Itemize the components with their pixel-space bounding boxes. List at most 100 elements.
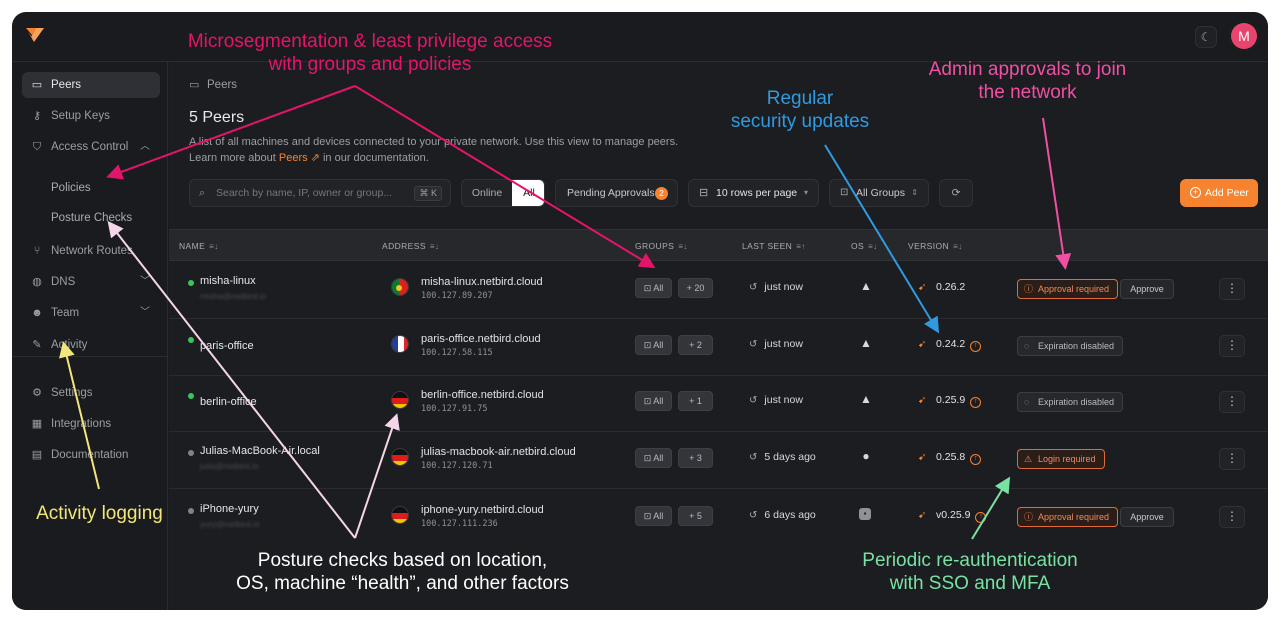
folder-icon: ⊡ — [643, 283, 654, 293]
group-badge-all[interactable]: ⊡ All — [635, 278, 672, 298]
gear-icon: ⚙ — [32, 387, 42, 399]
filter-online-button[interactable]: Online — [462, 180, 512, 206]
annotation-reauthentication: Periodic re-authentication with SSO and … — [830, 549, 1110, 595]
chevron-up-icon: ︿ — [140, 141, 150, 152]
sidebar-item-setup-keys[interactable]: ⚷ Setup Keys — [22, 103, 160, 129]
sidebar-item-label: Network Routes — [51, 245, 133, 257]
update-available-icon[interactable]: ↑ — [970, 454, 982, 465]
netbird-logo-icon: ➹ — [918, 395, 927, 406]
peers-docs-link[interactable]: Peers — [279, 152, 308, 164]
group-badge-all[interactable]: ⊡ All — [635, 335, 672, 355]
refresh-icon: ⟳ — [951, 187, 961, 199]
column-header-name[interactable]: NAME ≡↓ — [179, 230, 219, 263]
external-link-icon: ⇗ — [307, 152, 320, 164]
search-icon: ⌕ — [199, 187, 206, 199]
sidebar-item-documentation[interactable]: ▤ Documentation — [22, 442, 160, 468]
column-header-version[interactable]: VERSION ≡↓ — [908, 230, 963, 263]
annotation-line: with groups and policies — [268, 54, 472, 75]
column-header-label: VERSION — [908, 241, 950, 251]
update-available-icon[interactable]: ↑ — [970, 397, 982, 408]
table-row[interactable]: misha-linux misha@netbird.io misha-linux… — [169, 262, 1268, 319]
approve-button[interactable]: Approve — [1120, 507, 1174, 527]
peer-ip[interactable]: 100.127.91.75 — [421, 404, 488, 414]
column-header-label: GROUPS — [635, 241, 675, 251]
peer-ip[interactable]: 100.127.111.236 — [421, 519, 498, 529]
sidebar-item-posture-checks[interactable]: Posture Checks — [51, 209, 132, 227]
table-row[interactable]: Julias-MacBook-Air.local julia@netbird.i… — [169, 432, 1268, 489]
peer-name[interactable]: berlin-office — [200, 396, 257, 408]
folder-icon: ⊡ — [643, 340, 654, 350]
sidebar-item-label: DNS — [51, 276, 76, 288]
group-badge-more[interactable]: + 5 — [678, 506, 713, 526]
folder-icon: ⊡ — [643, 511, 654, 521]
column-header-last-seen[interactable]: LAST SEEN ≡↑ — [742, 230, 806, 263]
avatar[interactable]: M — [1231, 23, 1257, 49]
peer-dns[interactable]: berlin-office.netbird.cloud — [421, 389, 544, 401]
monitor-icon: ▭ — [31, 79, 43, 91]
group-badge-more[interactable]: + 2 — [678, 335, 713, 355]
row-actions-button[interactable]: ⋮ — [1219, 335, 1245, 357]
last-seen-label: 6 days ago — [764, 509, 816, 521]
online-status-dot — [188, 337, 194, 343]
sidebar-item-label: Peers — [51, 79, 82, 91]
rows-per-page-select[interactable]: ⊟ 10 rows per page ▾ — [688, 179, 819, 207]
peer-dns[interactable]: paris-office.netbird.cloud — [421, 333, 541, 345]
main-content: ▭ Peers 5 Peers A list of all machines an… — [169, 62, 1268, 610]
group-badge-more[interactable]: + 1 — [678, 391, 713, 411]
filter-all-button[interactable]: All — [512, 180, 544, 206]
sidebar-item-activity[interactable]: ✎ Activity — [22, 332, 160, 358]
column-header-address[interactable]: ADDRESS ≡↓ — [382, 230, 439, 263]
page-description: A list of all machines and devices conne… — [189, 134, 789, 166]
sidebar-item-access-control[interactable]: ⛉ Access Control ︿ — [22, 134, 160, 160]
update-available-icon[interactable]: ↑ — [975, 512, 987, 523]
folder-icon: ⊡ — [840, 187, 849, 198]
peer-ip[interactable]: 100.127.58.115 — [421, 348, 493, 358]
last-seen: ↺ just now — [749, 281, 803, 293]
table-row[interactable]: berlin-office berlin-office.netbird.clou… — [169, 375, 1268, 432]
sort-icon: ≡↓ — [209, 242, 219, 251]
approve-button[interactable]: Approve — [1120, 279, 1174, 299]
peer-ip[interactable]: 100.127.89.207 — [421, 291, 493, 301]
update-available-icon[interactable]: ↑ — [970, 341, 982, 352]
row-actions-button[interactable]: ⋮ — [1219, 448, 1245, 470]
row-actions-button[interactable]: ⋮ — [1219, 506, 1245, 528]
annotation-line: OS, machine “health”, and other factors — [236, 573, 569, 594]
peer-name[interactable]: iPhone-yury — [200, 503, 259, 515]
sidebar-item-policies[interactable]: Policies — [51, 179, 91, 197]
page-title: 5 Peers — [189, 109, 245, 126]
table-row[interactable]: iPhone-yury yury@netbird.io iphone-yury.… — [169, 490, 1268, 547]
groups-filter-select[interactable]: ⊡ All Groups ⇕ — [829, 179, 929, 207]
refresh-button[interactable]: ⟳ — [939, 179, 973, 207]
sidebar-item-integrations[interactable]: ▦ Integrations — [22, 411, 160, 437]
add-peer-button[interactable]: + Add Peer — [1180, 179, 1258, 207]
peer-name[interactable]: Julias-MacBook-Air.local — [200, 445, 320, 457]
sidebar-item-network-routes[interactable]: ⑂ Network Routes — [22, 238, 160, 264]
row-actions-button[interactable]: ⋮ — [1219, 278, 1245, 300]
peer-dns[interactable]: iphone-yury.netbird.cloud — [421, 504, 544, 516]
theme-toggle-button[interactable]: ☾ — [1195, 26, 1217, 48]
sidebar-item-settings[interactable]: ⚙ Settings — [22, 380, 160, 406]
row-actions-button[interactable]: ⋮ — [1219, 391, 1245, 413]
pending-approvals-button[interactable]: Pending Approvals 2 — [555, 179, 678, 207]
peer-dns[interactable]: julias-macbook-air.netbird.cloud — [421, 446, 576, 458]
peer-dns[interactable]: misha-linux.netbird.cloud — [421, 276, 543, 288]
peer-name[interactable]: misha-linux — [200, 275, 256, 287]
search-input[interactable]: ⌕ Search by name, IP, owner or group... … — [189, 179, 451, 207]
peer-ip[interactable]: 100.127.120.71 — [421, 461, 493, 471]
group-badge-more[interactable]: + 3 — [678, 448, 713, 468]
column-header-groups[interactable]: GROUPS ≡↓ — [635, 230, 688, 263]
group-badge-all[interactable]: ⊡ All — [635, 506, 672, 526]
table-row[interactable]: paris-office paris-office.netbird.cloud … — [169, 319, 1268, 376]
sidebar-item-team[interactable]: ☻ Team ﹀ — [22, 300, 160, 326]
group-badge-more[interactable]: + 20 — [678, 278, 713, 298]
column-header-os[interactable]: OS ≡↓ — [851, 230, 878, 263]
breadcrumb[interactable]: ▭ Peers — [189, 78, 237, 91]
sidebar-item-dns[interactable]: ◍ DNS ﹀ — [22, 269, 160, 295]
group-badge-all[interactable]: ⊡ All — [635, 448, 672, 468]
netbird-logo-icon[interactable] — [24, 26, 46, 44]
table-header: NAME ≡↓ ADDRESS ≡↓ GROUPS ≡↓ LAST SEEN ≡↑ OS… — [169, 229, 1268, 261]
sidebar-item-peers[interactable]: ▭ Peers — [22, 72, 160, 98]
peer-name[interactable]: paris-office — [200, 340, 254, 352]
group-badge-all[interactable]: ⊡ All — [635, 391, 672, 411]
expiration-disabled-badge: ◌ Expiration disabled — [1017, 336, 1124, 356]
